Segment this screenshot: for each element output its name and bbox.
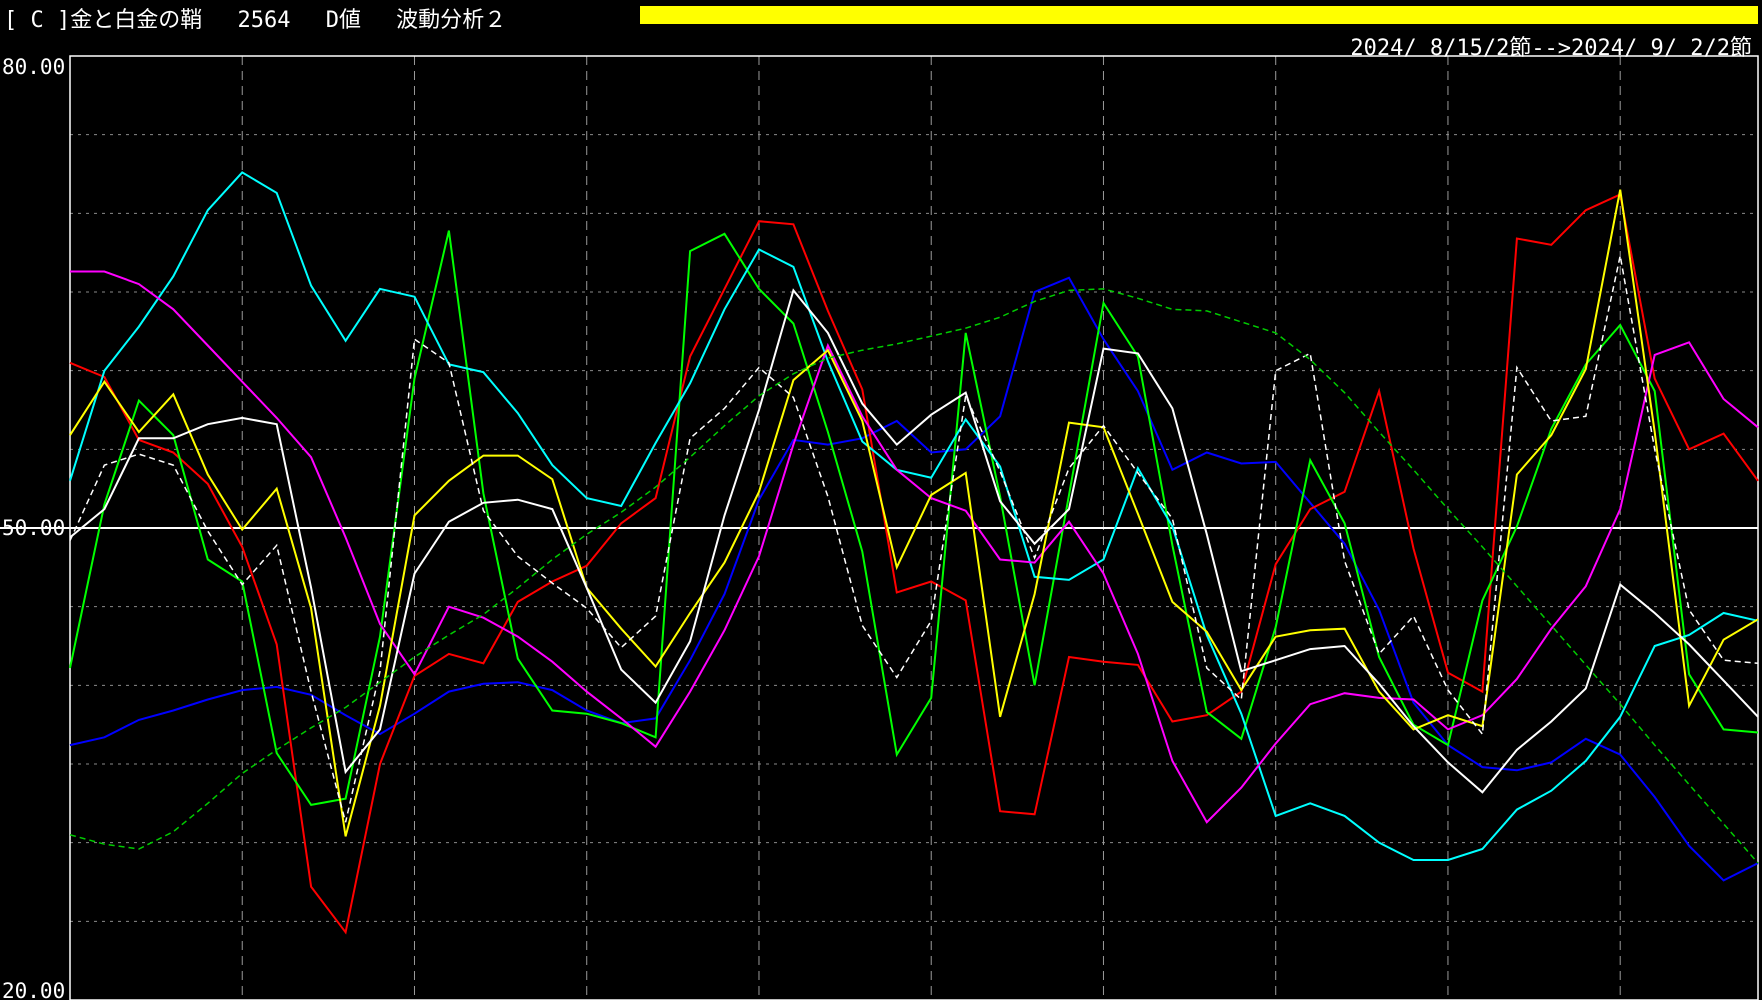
series-line-3 <box>69 230 1759 807</box>
series-line-8 <box>69 255 1759 823</box>
chart-plot: 80.00 50.00 20.00 <box>0 55 1759 1000</box>
y-tick-label: 50.00 <box>2 516 65 540</box>
series-line-1 <box>69 276 1759 882</box>
series-line-7 <box>69 288 1759 794</box>
series-line-9 <box>69 288 1759 864</box>
series-line-4 <box>69 171 1759 861</box>
y-tick-label: 80.00 <box>2 55 65 79</box>
chart-series <box>69 171 1759 935</box>
y-tick-label: 20.00 <box>2 979 65 1000</box>
